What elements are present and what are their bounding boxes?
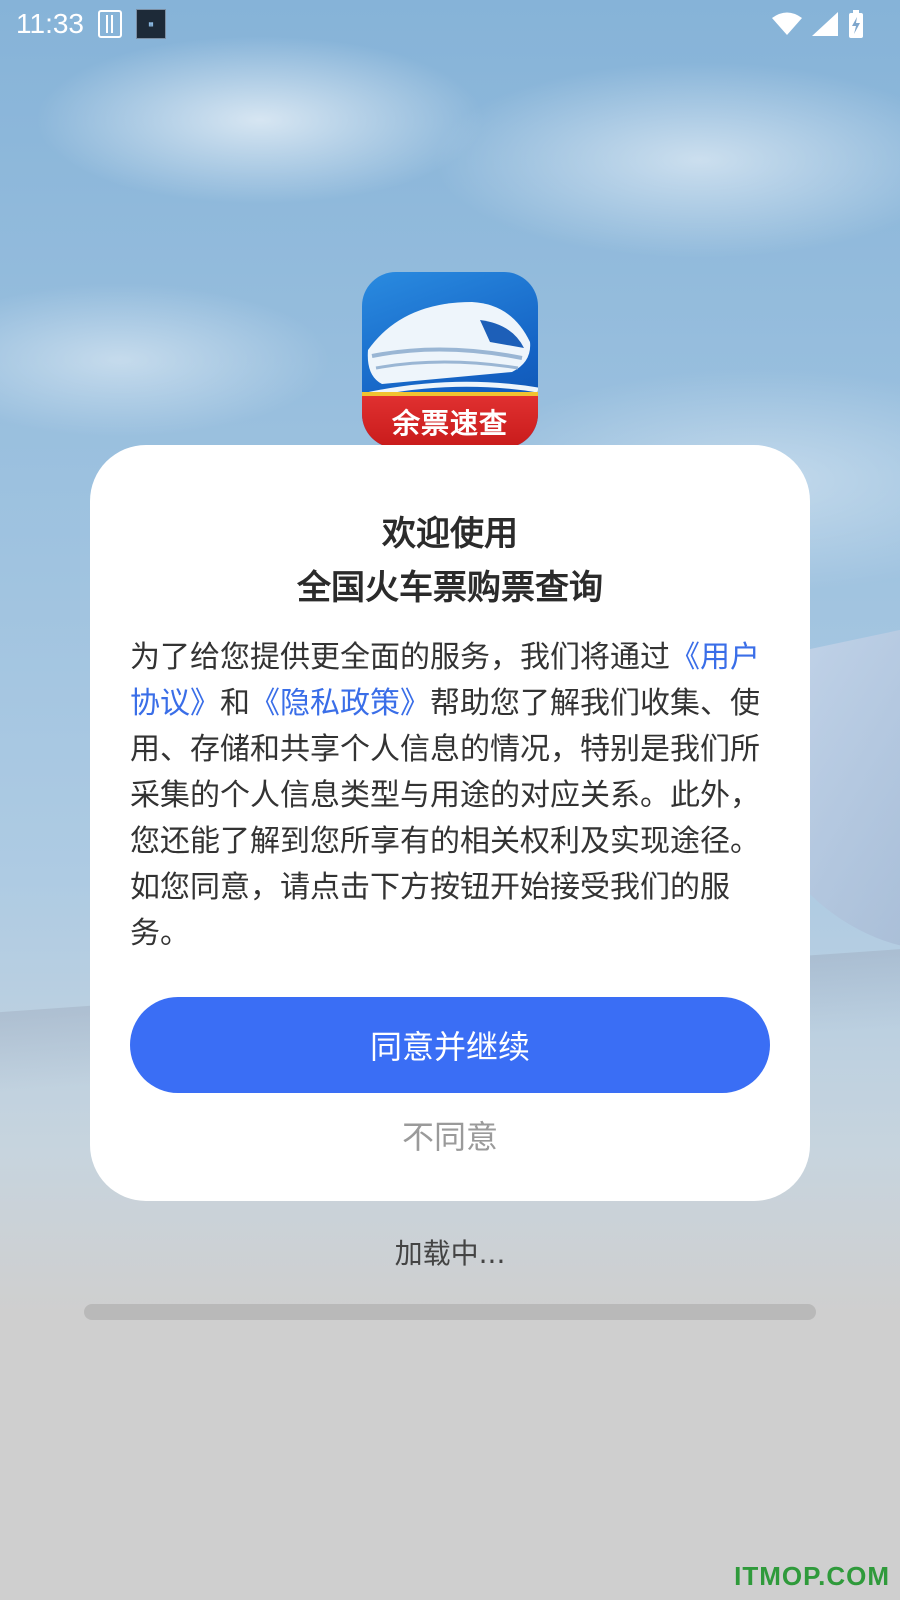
dialog-body: 为了给您提供更全面的服务，我们将通过《用户协议》和《隐私政策》帮助您了解我们收集… xyxy=(130,635,772,957)
train-icon xyxy=(362,302,538,399)
status-left: 11:33 ▦ xyxy=(16,8,166,40)
battery-charging-icon xyxy=(848,10,864,38)
dialog-title-line1: 欢迎使用 xyxy=(382,514,518,554)
dialog-title: 欢迎使用 全国火车票购票查询 xyxy=(90,507,810,615)
sim-icon xyxy=(98,10,122,38)
status-right xyxy=(772,10,884,38)
privacy-dialog: 欢迎使用 全国火车票购票查询 为了给您提供更全面的服务，我们将通过《用户协议》和… xyxy=(90,445,810,1201)
body-text-part1: 为了给您提供更全面的服务，我们将通过 xyxy=(130,640,670,675)
status-bar: 11:33 ▦ xyxy=(0,0,900,48)
dialog-title-line2: 全国火车票购票查询 xyxy=(297,568,603,608)
signal-icon xyxy=(812,12,838,36)
agree-continue-button[interactable]: 同意并继续 xyxy=(130,997,770,1093)
disagree-button[interactable]: 不同意 xyxy=(90,1107,810,1167)
logo-banner-text: 余票速查 xyxy=(362,392,538,448)
app-logo: 余票速查 xyxy=(362,272,538,448)
loading-progress-bar xyxy=(84,1304,816,1320)
clock-widget-icon: ▦ xyxy=(136,9,166,39)
loading-text: 加载中... xyxy=(394,1237,506,1270)
watermark: ITMOP.COM xyxy=(734,1561,890,1591)
body-text-part2: 帮助您了解我们收集、使用、存储和共享个人信息的情况，特别是我们所采集的个人信息类… xyxy=(130,686,760,951)
status-time: 11:33 xyxy=(16,8,84,39)
privacy-policy-link[interactable]: 《隐私政策》 xyxy=(250,686,430,721)
wifi-icon xyxy=(772,12,802,36)
body-text-and: 和 xyxy=(220,686,250,721)
